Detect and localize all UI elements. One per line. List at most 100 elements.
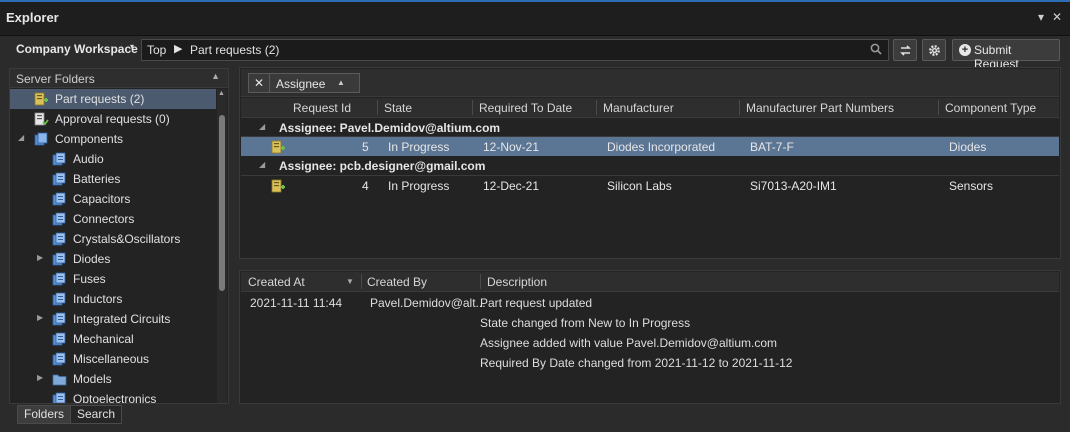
sync-arrows-icon [900,45,911,56]
search-icon[interactable] [870,43,882,55]
col-state[interactable]: State [384,101,412,115]
collapse-group-icon[interactable]: ◢ [259,160,265,169]
close-icon[interactable]: ✕ [1050,10,1064,24]
component-folder-icon [52,212,66,226]
expand-icon[interactable]: ▶ [37,253,43,262]
group-chip-assignee[interactable]: ✕ Assignee ▲ [248,73,360,93]
tree-item[interactable]: Fuses [10,269,216,289]
breadcrumb-current[interactable]: Part requests (2) [190,43,279,57]
submit-request-button[interactable]: + Submit Request [952,39,1060,71]
tree-item[interactable]: Mechanical [10,329,216,349]
component-folder-icon [52,272,66,286]
workspace-selector[interactable]: Company Workspace [16,42,138,56]
column-divider[interactable] [472,100,473,115]
tree-item-label: Fuses [73,272,106,286]
history-description-line: Assignee added with value Pavel.Demidov@… [480,336,777,350]
table-row[interactable]: 5 In Progress 12-Nov-21 Diodes Incorpora… [241,136,1059,156]
refresh-button[interactable] [893,39,917,61]
toolbar: Company Workspace ▾ Top ▶ Part requests … [0,37,1070,71]
cell-manufacturer: Diodes Incorporated [607,140,716,154]
window-title-bar: Explorer ▾ ✕ [0,0,1070,36]
sort-down-icon[interactable]: ▼ [346,277,354,286]
tree-item[interactable]: Approval requests (0) [10,109,216,129]
tree-item[interactable]: Optoelectronics [10,389,216,403]
tab-search[interactable]: Search [70,405,123,424]
tree-item[interactable]: Part requests (2) [10,89,216,109]
col-description[interactable]: Description [487,275,547,289]
tree-item[interactable]: Miscellaneous [10,349,216,369]
column-divider[interactable] [739,100,740,115]
components-folder-icon [34,132,48,146]
history-description-line: Part request updated [480,296,593,310]
cell-state: In Progress [388,140,450,154]
component-folder-icon [52,172,66,186]
col-request-id[interactable]: Request Id [293,101,351,115]
tree-item-label: Connectors [73,212,135,226]
col-required-to-date[interactable]: Required To Date [479,101,572,115]
history-description-line: State changed from New to In Progress [480,316,691,330]
group-header-row[interactable]: ◢ Assignee: Pavel.Demidov@altium.com [241,119,1059,137]
settings-button[interactable] [922,39,946,61]
col-created-by[interactable]: Created By [367,275,427,289]
chevron-down-icon[interactable]: ▾ [130,42,134,51]
collapse-group-icon[interactable]: ◢ [259,122,265,131]
group-header-row[interactable]: ◢ Assignee: pcb.designer@gmail.com [241,157,1059,175]
part-request-icon [271,179,285,193]
tree-item[interactable]: ▶ Diodes [10,249,216,269]
group-label: Assignee: pcb.designer@gmail.com [279,159,486,173]
scroll-up-icon[interactable]: ▲ [218,90,225,97]
column-divider[interactable] [938,100,939,115]
col-manufacturer[interactable]: Manufacturer [603,101,674,115]
tree-item-label: Part requests (2) [55,92,145,106]
tree-item-label: Miscellaneous [73,352,150,366]
tree-item-label: Crystals&Oscillators [73,232,181,246]
models-folder-icon [52,374,67,386]
tree-item[interactable]: Connectors [10,209,216,229]
component-folder-icon [52,292,66,306]
path-bar[interactable]: Top ▶ Part requests (2) [141,39,889,61]
panel-menu-icon[interactable]: ▾ [1034,10,1048,24]
sort-up-icon[interactable]: ▲ [211,71,220,81]
collapse-icon[interactable]: ◢ [18,133,24,142]
tree-item[interactable]: Audio [10,149,216,169]
cell-request-id: 5 [362,140,369,154]
tree-item[interactable]: ▶ Integrated Circuits [10,309,216,329]
cell-manufacturer: Silicon Labs [607,179,672,193]
tree-item-label: Approval requests (0) [55,112,170,126]
tab-folders[interactable]: Folders [17,405,72,424]
expand-icon[interactable]: ▶ [37,373,43,382]
cell-state: In Progress [388,179,450,193]
part-request-icon [34,92,48,106]
tree-item[interactable]: Crystals&Oscillators [10,229,216,249]
remove-group-icon[interactable]: ✕ [254,76,264,90]
tree-item[interactable]: Batteries [10,169,216,189]
tree-scrollbar[interactable]: ▲ [217,89,227,403]
col-created-at[interactable]: Created At [248,275,305,289]
server-folders-title: Server Folders [16,72,95,86]
tree-item[interactable]: ▶ Models [10,369,216,389]
server-folders-header: Server Folders ▲ [10,69,228,88]
component-folder-icon [52,352,66,366]
column-divider[interactable] [480,274,481,289]
col-component-type[interactable]: Component Type [945,101,1036,115]
scrollbar-thumb[interactable] [219,115,225,291]
cell-component-type: Sensors [949,179,994,193]
tree-item[interactable]: ◢ Components [10,129,216,149]
request-history-panel: Created At ▼ Created By Description 2021… [239,270,1061,404]
table-row[interactable]: 4 In Progress 12-Dec-21 Silicon Labs Si7… [241,175,1059,195]
tree-item-label: Optoelectronics [73,392,157,403]
breadcrumb-top[interactable]: Top [147,43,166,57]
requests-grid: ✕ Assignee ▲ Request Id State Required T… [239,67,1061,259]
column-divider[interactable] [361,274,362,289]
col-manufacturer-part-numbers[interactable]: Manufacturer Part Numbers [746,101,894,115]
tree-item[interactable]: Capacitors [10,189,216,209]
tree-item-label: Models [73,372,112,386]
sort-up-icon[interactable]: ▲ [337,78,345,87]
tree-item[interactable]: Inductors [10,289,216,309]
expand-icon[interactable]: ▶ [37,313,43,322]
tree-item-label: Components [55,132,124,146]
column-divider[interactable] [377,100,378,115]
component-folder-icon [52,252,66,266]
group-chip-label: Assignee [276,77,326,91]
column-divider[interactable] [596,100,597,115]
